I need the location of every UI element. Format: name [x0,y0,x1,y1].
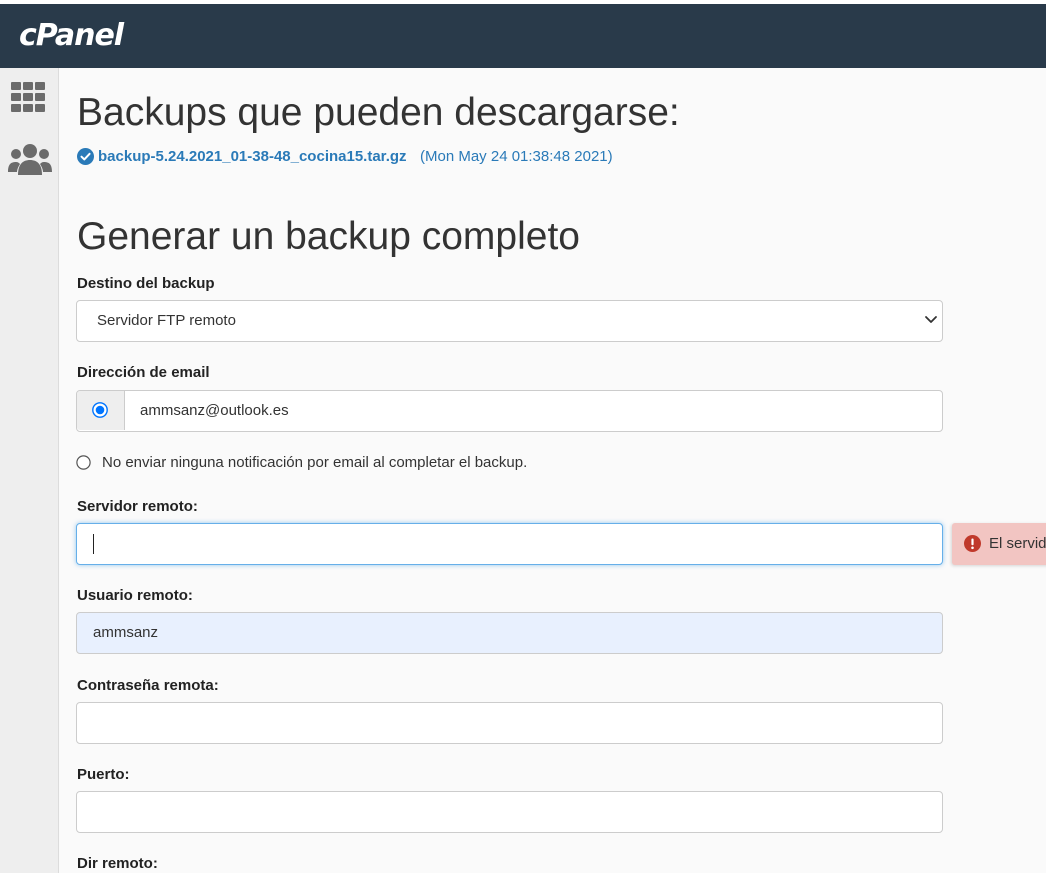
error-icon [964,535,981,552]
backup-download-link[interactable]: backup-5.24.2021_01-38-48_cocina15.tar.g… [98,147,407,167]
email-notify-radio[interactable] [92,402,108,418]
destination-selected-value: Servidor FTP remoto [97,312,236,329]
remote-dir-label: Dir remoto: [77,855,158,872]
generate-backup-title: Generar un backup completo [77,215,580,258]
no-notify-radio[interactable] [76,455,91,470]
backup-date: (Mon May 24 01:38:48 2021) [420,148,613,165]
email-field[interactable]: ammsanz@outlook.es [140,401,289,421]
destination-label: Destino del backup [77,275,215,292]
check-circle-icon [77,148,94,165]
cpanel-logo[interactable]: cPanel [19,18,124,54]
port-label: Puerto: [77,766,130,783]
grid-icon[interactable] [8,82,48,114]
remote-server-label: Servidor remoto: [77,498,198,515]
error-message: El servidor [989,535,1046,552]
downloads-title: Backups que pueden descargarse: [77,91,680,134]
remote-server-input[interactable] [76,523,943,565]
destination-select[interactable]: Servidor FTP remoto [76,300,943,342]
no-notify-label: No enviar ninguna notificación por email… [102,454,528,471]
users-icon[interactable] [8,142,52,176]
chevron-down-icon [925,316,937,323]
remote-user-value: ammsanz [93,624,159,641]
remote-user-input[interactable]: ammsanz [76,612,943,654]
email-group: ammsanz@outlook.es [76,390,943,432]
email-radio-addon [77,391,125,430]
remote-user-label: Usuario remoto: [77,587,193,604]
port-input[interactable] [76,791,943,833]
sidebar [0,68,59,873]
email-label: Dirección de email [77,364,210,381]
remote-password-label: Contraseña remota: [77,677,219,694]
remote-password-input[interactable] [76,702,943,744]
remote-server-error: El servidor [952,523,1046,565]
text-cursor [93,534,94,554]
top-bar: cPanel [0,4,1046,68]
